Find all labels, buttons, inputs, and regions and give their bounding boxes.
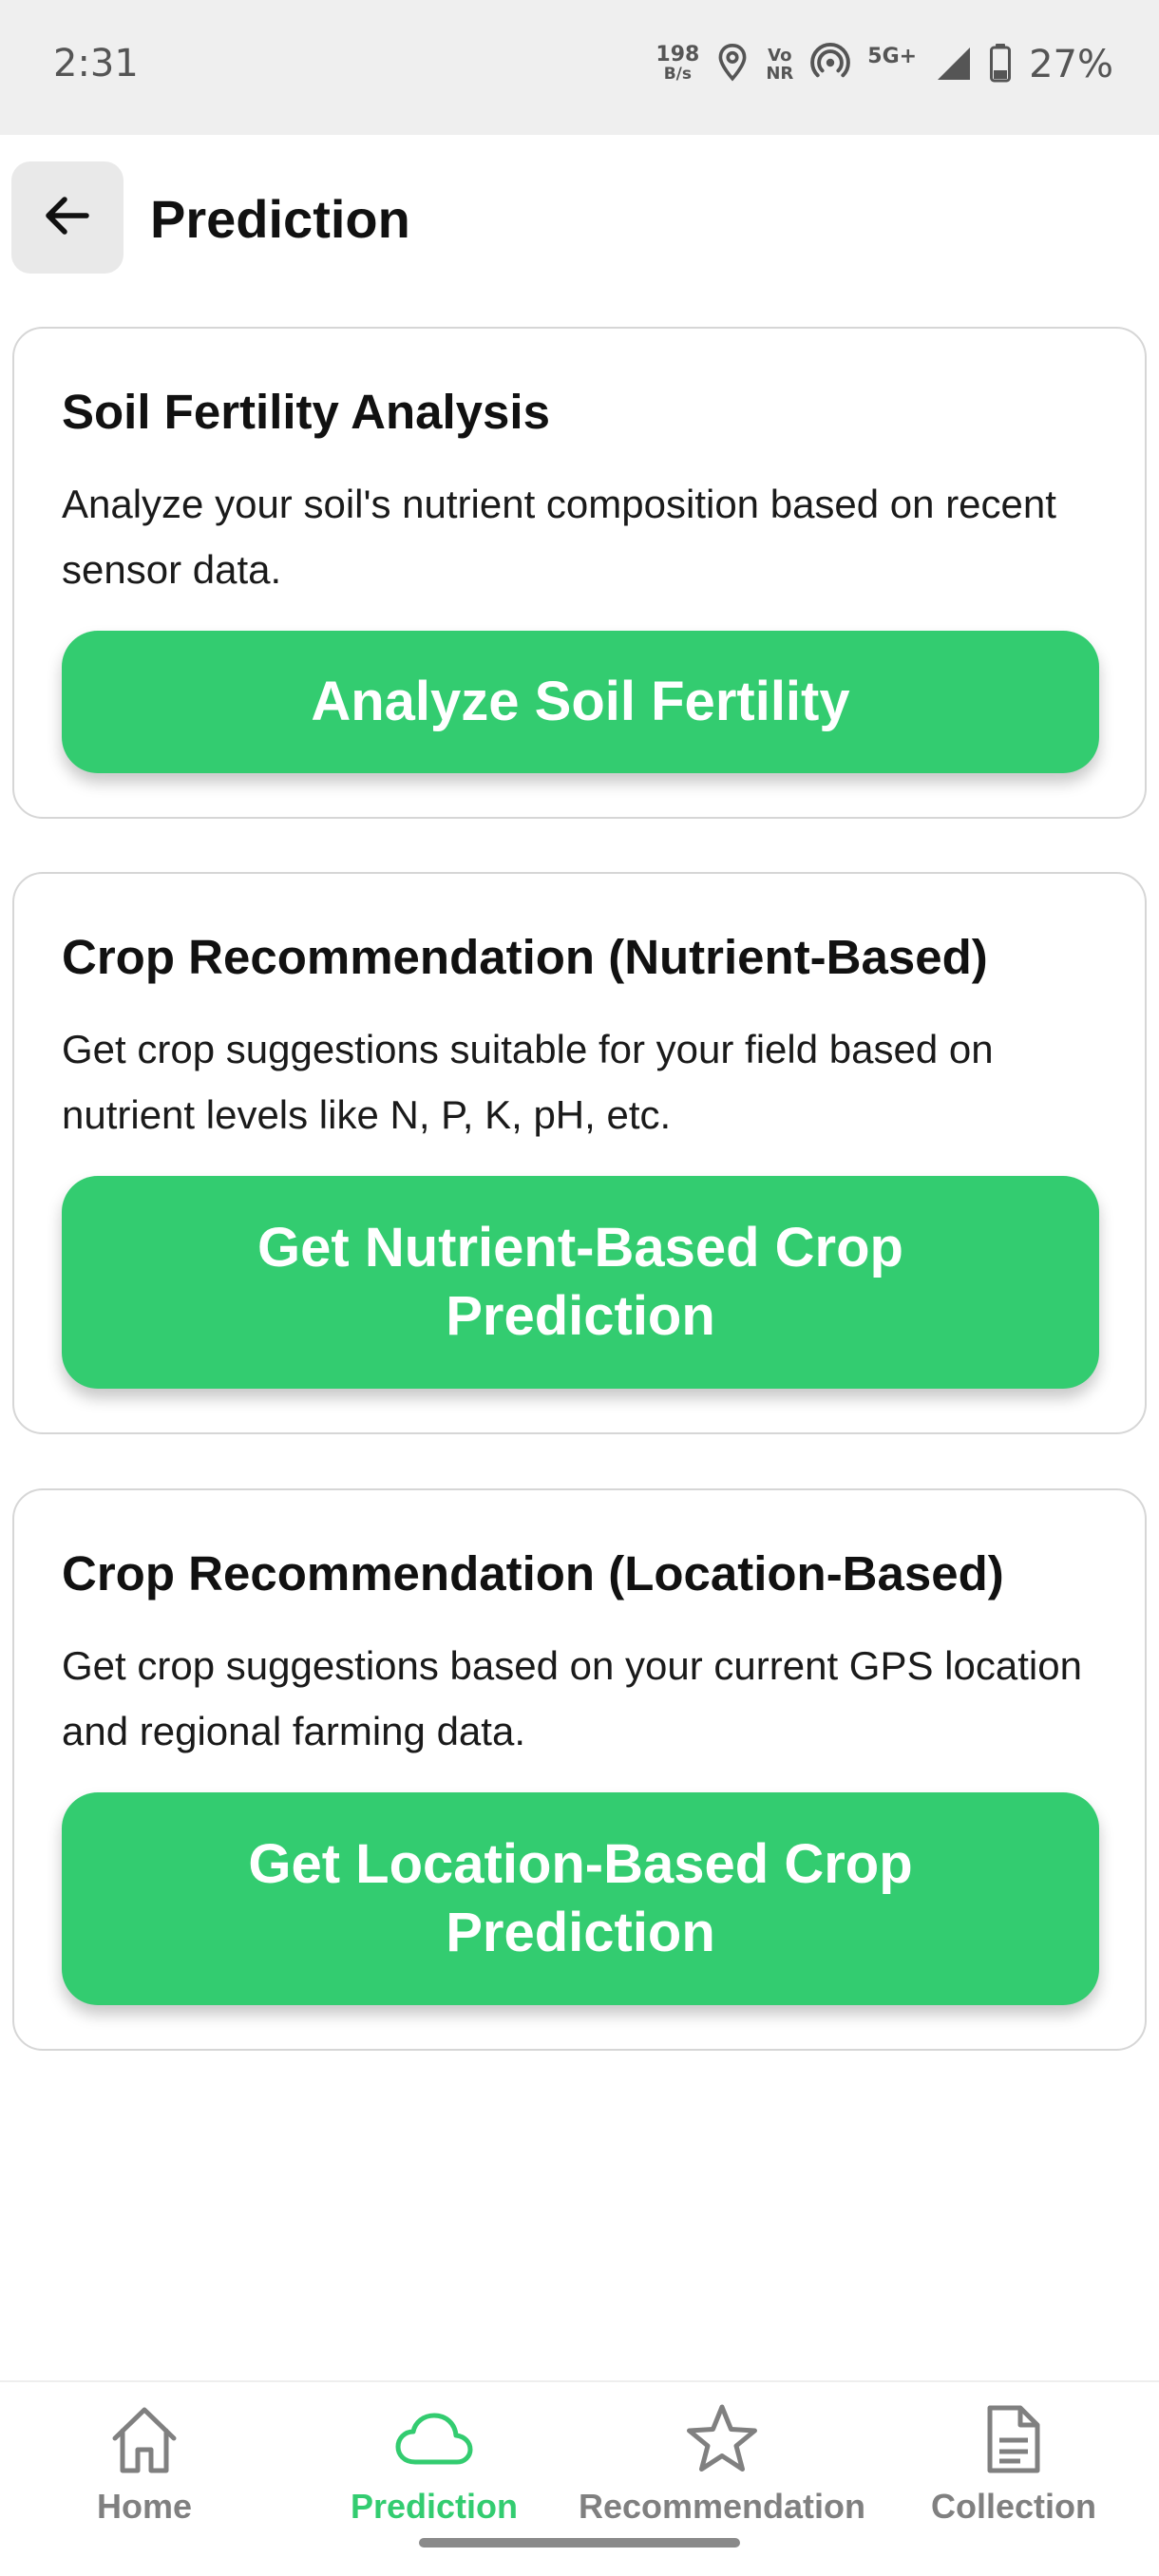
star-icon [682,2399,762,2479]
status-bar: 2:31 198 B/s Vo NR 5G+ 27% [0,0,1159,135]
document-icon [974,2399,1054,2479]
location-icon [716,43,749,87]
card-title: Soil Fertility Analysis [62,385,550,439]
nav-item-prediction[interactable]: Prediction [339,2399,529,2542]
battery-percent: 27% [1029,43,1113,86]
network-speed-unit: B/s [663,65,693,84]
network-type: 5G+ [867,44,918,68]
nav-label: Prediction [350,2487,519,2526]
soil-fertility-card: Soil Fertility Analysis Analyze your soi… [12,327,1147,819]
status-time: 2:31 [53,42,139,85]
network-speed: 198 B/s [656,43,700,85]
signal-icon [934,44,972,86]
back-button[interactable] [11,161,124,274]
volte-indicator: Vo NR [766,47,793,83]
hotspot-icon [810,42,851,87]
nav-item-recommendation[interactable]: Recommendation [570,2399,874,2542]
volte-top-label: Vo [768,46,792,66]
volte-bottom-label: NR [766,64,794,84]
battery-icon [989,43,1012,87]
card-description: Analyze your soil's nutrient composition… [62,482,1056,592]
status-icons: 198 B/s Vo NR 5G+ 27% [656,36,1113,93]
nav-item-collection[interactable]: Collection [914,2399,1113,2542]
home-icon [104,2399,184,2479]
location-crop-card: Crop Recommendation (Location-Based) Get… [12,1488,1147,2051]
app-header: Prediction [0,135,1159,306]
home-indicator[interactable] [419,2538,740,2548]
nav-label: Home [96,2487,193,2526]
location-crop-prediction-button[interactable]: Get Location-Based Crop Prediction [62,1792,1099,2005]
nav-item-home[interactable]: Home [87,2399,201,2542]
network-speed-value: 198 [656,43,700,66]
cloud-icon [394,2399,474,2479]
card-title: Crop Recommendation (Nutrient-Based) [62,930,988,984]
nav-label: Collection [930,2487,1096,2526]
page-title: Prediction [150,189,410,249]
analyze-soil-fertility-button[interactable]: Analyze Soil Fertility [62,631,1099,773]
nutrient-crop-card: Crop Recommendation (Nutrient-Based) Get… [12,872,1147,1434]
nutrient-crop-prediction-button[interactable]: Get Nutrient-Based Crop Prediction [62,1176,1099,1389]
nav-label: Recommendation [578,2487,866,2526]
card-description: Get crop suggestions suitable for your f… [62,1027,994,1137]
card-description: Get crop suggestions based on your curre… [62,1643,1082,1753]
card-title: Crop Recommendation (Location-Based) [62,1546,1004,1601]
arrow-left-icon [41,189,94,247]
